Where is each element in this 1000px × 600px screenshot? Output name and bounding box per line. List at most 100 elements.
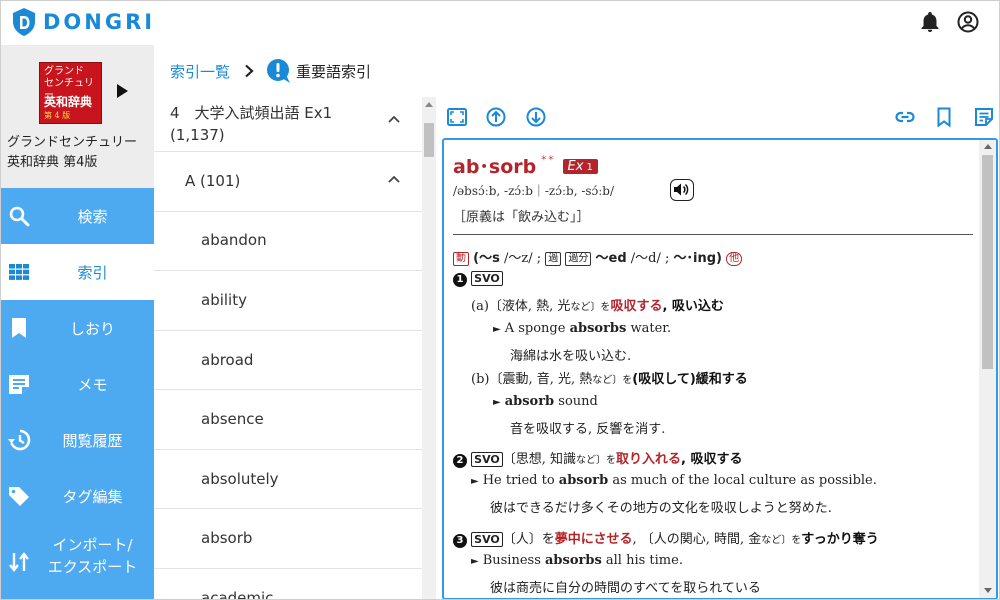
nav-label-line1: インポート/ xyxy=(52,536,133,554)
breadcrumb-index-link[interactable]: 索引一覧 xyxy=(170,61,230,82)
fullscreen-icon[interactable] xyxy=(446,106,468,128)
etymology: ［原義は「飲み込む」］ xyxy=(453,210,590,225)
cover-edition: 第 4 版 xyxy=(44,111,71,120)
prev-entry-icon[interactable] xyxy=(485,106,507,128)
breadcrumb: 索引一覧 重要語索引 xyxy=(154,45,999,97)
play-icon[interactable] xyxy=(117,84,128,98)
chevron-up-icon[interactable] xyxy=(388,115,400,123)
translation: 彼はできるだけ多くその地方の文化を吸収しようと努めた. xyxy=(490,501,832,516)
nav-item-index[interactable]: 索引 xyxy=(1,244,154,300)
objects-end: 〕を xyxy=(612,375,633,386)
word-label: absolutely xyxy=(201,470,279,488)
pos-mark: 動 xyxy=(453,252,469,266)
speaker-button[interactable] xyxy=(670,179,694,201)
objects-end: 〕を xyxy=(596,455,616,466)
book-title: グランドセンチュリー 英和辞典 第4版 xyxy=(7,133,152,173)
scroll-up-arrow[interactable] xyxy=(425,102,433,107)
list-item[interactable]: absorb xyxy=(154,509,422,569)
sentence-pattern: SVO xyxy=(471,452,503,467)
objects-end: 〕を xyxy=(781,535,802,546)
sense-2-header: 2 SVO 〔思想, 知識など〕を取り入れる, 吸収する xyxy=(453,448,742,468)
chevron-right-icon xyxy=(245,64,254,78)
section-title: 4 大学入試頻出語 Ex1 (1,137) xyxy=(170,102,332,146)
nav-label: インポート/エクスポート xyxy=(31,534,154,578)
inflection-2: ～ed xyxy=(595,251,627,266)
word-label: ability xyxy=(201,291,247,309)
sense-1-header: 1 SVO xyxy=(453,271,503,287)
headword: ab･sorb xyxy=(453,156,537,178)
sense-number: 2 xyxy=(453,454,467,468)
entry-content-box[interactable]: ab･sorb ＊＊ Ex 1 /əbsɔ́ːb, ‐zɔ́ːb｜‐zɔ́ːb, … xyxy=(442,138,998,599)
index-list-scroll-thumb[interactable] xyxy=(424,123,434,157)
history-icon xyxy=(8,429,31,451)
example-2: ► He tried to absorb as much of the local… xyxy=(471,473,877,488)
list-item[interactable]: academic xyxy=(154,569,422,600)
nav-label-line2: エクスポート xyxy=(47,558,138,576)
ex-level-badge: Ex 1 xyxy=(562,159,598,174)
nav-item-history[interactable]: 閲覧履歴 xyxy=(1,412,154,468)
memo-icon[interactable] xyxy=(973,106,995,128)
speaker-icon xyxy=(674,183,689,196)
scroll-up-arrow[interactable] xyxy=(984,144,992,149)
gloss-red: 取り入れる xyxy=(616,452,682,467)
list-item[interactable]: absence xyxy=(154,390,422,450)
nav-item-bookmarks[interactable]: しおり xyxy=(1,300,154,356)
inflection-1-note: /～z/ ; xyxy=(503,251,542,266)
bell-icon[interactable] xyxy=(918,10,942,34)
scroll-down-arrow[interactable] xyxy=(984,588,992,593)
memo-icon xyxy=(9,375,29,394)
list-item[interactable]: absolutely xyxy=(154,450,422,509)
nav-item-memo[interactable]: メモ xyxy=(1,356,154,412)
example-post: as much of the local culture as possible… xyxy=(608,473,877,488)
sense-objects: 〔震動, 音, 光, 熱 xyxy=(489,372,593,387)
badge-label: Ex xyxy=(567,159,584,174)
section-title-line1: 4 大学入試頻出語 Ex1 xyxy=(170,104,333,122)
objects-end: 〕を xyxy=(590,302,611,313)
list-item[interactable]: ability xyxy=(154,271,422,331)
importance-stars: ＊＊ xyxy=(540,154,555,162)
link-icon[interactable] xyxy=(894,106,916,128)
example-marker-icon: ► xyxy=(471,556,479,567)
objects-note: など xyxy=(576,455,596,466)
book-card[interactable]: グランド センチュリー 英和辞典 第 4 版 グランドセンチュリー 英和辞典 第4… xyxy=(1,45,154,188)
example-pre: Business xyxy=(482,553,545,568)
cover-line3: 英和辞典 xyxy=(44,95,93,109)
word-label: absence xyxy=(201,410,264,428)
import-export-icon xyxy=(9,552,29,572)
example-3: ► Business absorbs all his time. xyxy=(471,553,683,568)
word-label: abroad xyxy=(201,351,254,369)
gloss: (吸収して)緩和する xyxy=(632,372,748,387)
entry-scroll-thumb[interactable] xyxy=(982,155,993,369)
word-label: academic xyxy=(201,589,274,600)
index-section-header[interactable]: 4 大学入試頻出語 Ex1 (1,137) xyxy=(154,97,422,152)
nav-label: 閲覧履歴 xyxy=(62,432,123,450)
sense-objects: 〔人〕を xyxy=(502,532,555,547)
inflection-2-note: /～d/ ; xyxy=(630,251,670,266)
gloss: , 吸い込む xyxy=(662,299,724,314)
next-entry-icon[interactable] xyxy=(525,106,547,128)
index-list: 4 大学入試頻出語 Ex1 (1,137) A (101) abandon ab… xyxy=(154,97,422,600)
tag-icon xyxy=(9,487,29,506)
objects-note: など xyxy=(570,302,591,313)
book-cover[interactable]: グランド センチュリー 英和辞典 第 4 版 xyxy=(39,62,102,124)
nav-item-search[interactable]: 検索 xyxy=(1,188,154,244)
app-window: DONGRI グランド センチュリー 英和辞典 第 4 版 グランドセンチュリー … xyxy=(0,0,1000,600)
account-icon[interactable] xyxy=(956,10,980,34)
index-list-scrollbar[interactable] xyxy=(422,97,436,599)
list-item[interactable]: abroad xyxy=(154,331,422,390)
logo[interactable]: DONGRI xyxy=(11,7,155,37)
sense-1b: (b)〔震動, 音, 光, 熱など〕を(吸収して)緩和する xyxy=(471,368,748,387)
chevron-up-icon[interactable] xyxy=(388,175,400,183)
list-item[interactable]: abandon xyxy=(154,212,422,271)
bookmark-icon[interactable] xyxy=(933,106,955,128)
translation: 海綿は水を吸い込む. xyxy=(510,349,632,364)
example-pre: He tried to xyxy=(482,473,559,488)
index-group-header[interactable]: A (101) xyxy=(154,152,422,212)
nav-item-import-export[interactable]: インポート/エクスポート xyxy=(1,524,154,599)
cover-line1: グランド xyxy=(44,66,84,77)
gloss-red: 吸収する xyxy=(610,299,663,314)
gloss: すっかり奪う xyxy=(801,532,879,547)
nav-item-tag-edit[interactable]: タグ編集 xyxy=(1,468,154,524)
sense-number: 3 xyxy=(453,534,467,548)
book-title-line2: 英和辞典 第4版 xyxy=(7,155,98,170)
